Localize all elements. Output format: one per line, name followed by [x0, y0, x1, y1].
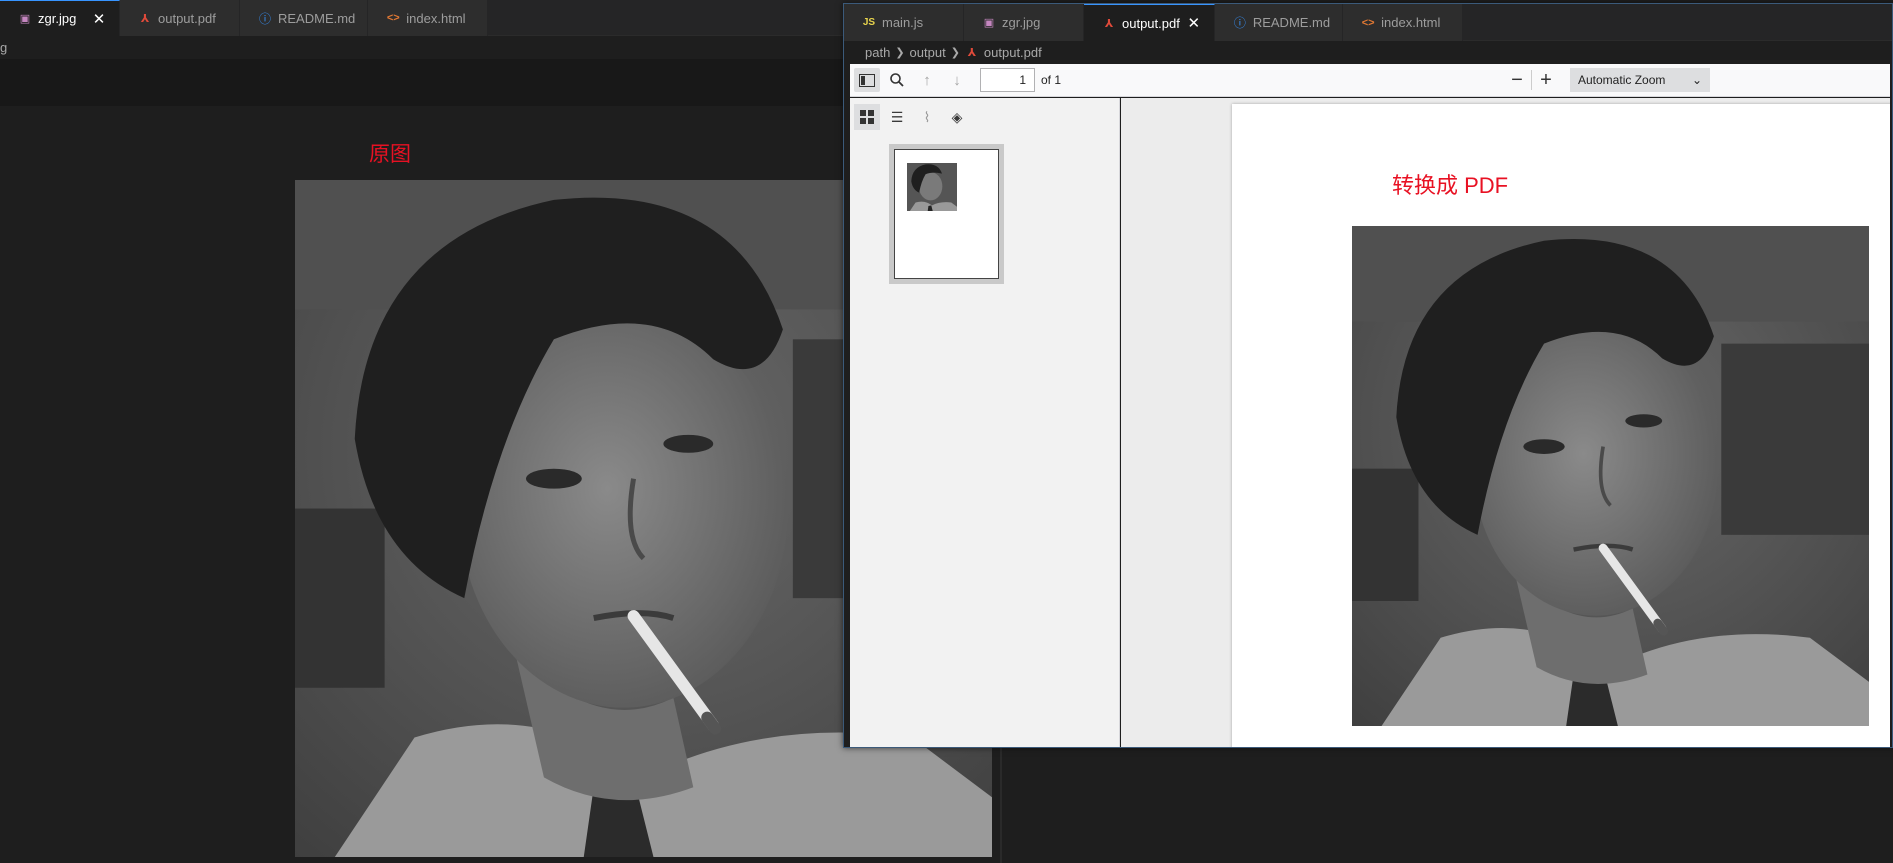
previous-page-button[interactable]: ↑: [914, 68, 940, 92]
zoom-out-button[interactable]: −: [1503, 69, 1531, 92]
tab-readme-md[interactable]: ⓘ README.md: [1214, 4, 1344, 41]
layers-icon: ◈: [951, 108, 963, 125]
tab-label: output.pdf: [158, 10, 216, 26]
tab-label: main.js: [882, 15, 924, 30]
tab-label: zgr.jpg: [1002, 15, 1041, 30]
tab-zgr-jpg[interactable]: ▣ zgr.jpg ✕: [0, 0, 120, 36]
info-icon: ⓘ: [1233, 16, 1246, 30]
pdf-portrait-image: [1352, 226, 1869, 726]
info-icon: ⓘ: [258, 11, 271, 26]
editor-background: [1000, 748, 1893, 863]
thumbnail-page: [894, 149, 999, 279]
pdf-caption: 转换成 PDF: [1392, 173, 1509, 198]
search-icon: [890, 73, 904, 87]
arrow-down-icon: ↓: [953, 71, 961, 89]
layers-button[interactable]: ◈: [944, 104, 970, 130]
pdf-editor-window: JS main.js ▣ zgr.jpg ⅄ output.pdf ✕ ⓘ RE…: [843, 3, 1893, 748]
toggle-sidebar-button[interactable]: [854, 68, 880, 92]
tab-output-pdf[interactable]: ⅄ output.pdf ✕: [1084, 4, 1215, 41]
js-icon: JS: [862, 17, 876, 28]
breadcrumb-item[interactable]: output: [910, 42, 946, 64]
zoom-controls: − + Automatic Zoom ⌄: [1503, 68, 1710, 92]
breadcrumb: path ❯ output ❯ ⅄ output.pdf: [844, 42, 1892, 64]
sidebar-view-buttons: ☰ ⌇ ◈: [850, 98, 1119, 136]
tab-label: output.pdf: [1122, 15, 1180, 31]
close-icon[interactable]: ✕: [91, 10, 107, 28]
tab-label: README.md: [278, 10, 356, 26]
image-icon: ▣: [983, 17, 995, 29]
grid-icon: [860, 110, 874, 124]
tab-label: index.html: [1381, 15, 1441, 30]
page-count: of 1: [1041, 73, 1062, 87]
tab-zgr-jpg[interactable]: ▣ zgr.jpg: [964, 4, 1084, 41]
pdf-icon: ⅄: [1104, 17, 1114, 30]
zoom-in-button[interactable]: +: [1532, 69, 1560, 92]
tab-index-html[interactable]: <> index.html: [1343, 4, 1464, 41]
tab-label: index.html: [406, 10, 466, 26]
pdf-toolbar: ↑ ↓ of 1 − + Automatic Zoom ⌄: [850, 64, 1890, 97]
editor-divider: [1000, 748, 1002, 863]
chevron-down-icon: ⌄: [1691, 73, 1702, 87]
tab-readme-md[interactable]: ⓘ README.md: [240, 0, 369, 36]
list-icon: ☰: [890, 108, 904, 125]
pdf-sidebar: ☰ ⌇ ◈: [850, 98, 1120, 747]
thumbnails-button[interactable]: [854, 104, 880, 130]
breadcrumb-item[interactable]: path: [865, 42, 890, 64]
find-button[interactable]: [884, 68, 910, 92]
zoom-value: Automatic Zoom: [1578, 73, 1666, 87]
page-number-input[interactable]: [980, 68, 1035, 92]
zoom-select[interactable]: Automatic Zoom ⌄: [1570, 68, 1710, 92]
image-icon: ▣: [19, 13, 31, 25]
html-icon: <>: [1361, 16, 1375, 29]
pdf-icon: ⅄: [967, 47, 977, 59]
sidebar-icon: [859, 73, 875, 87]
pdf-icon: ⅄: [140, 12, 150, 25]
breadcrumb[interactable]: g: [0, 37, 7, 59]
chevron-right-icon: ❯: [895, 47, 905, 59]
tab-label: zgr.jpg: [38, 11, 77, 26]
attachments-button[interactable]: ⌇: [914, 104, 940, 130]
tab-main-js[interactable]: JS main.js: [844, 4, 964, 41]
paperclip-icon: ⌇: [923, 108, 931, 125]
thumbnail-image: [907, 163, 957, 211]
next-page-button[interactable]: ↓: [944, 68, 970, 92]
image-caption: 原图: [369, 143, 411, 166]
pdf-portrait-drawing: [1352, 226, 1869, 726]
breadcrumb-item[interactable]: output.pdf: [984, 42, 1042, 64]
pdf-page: 转换成 PDF: [1232, 104, 1890, 747]
tab-label: README.md: [1252, 15, 1331, 30]
close-icon[interactable]: ✕: [1186, 14, 1202, 32]
chevron-right-icon: ❯: [950, 47, 960, 59]
thumbnail-drawing: [907, 163, 957, 211]
page-thumbnail[interactable]: [889, 144, 1004, 284]
html-icon: <>: [386, 12, 400, 24]
tab-index-html[interactable]: <> index.html: [368, 0, 489, 36]
outline-button[interactable]: ☰: [884, 104, 910, 130]
tab-output-pdf[interactable]: ⅄ output.pdf: [120, 0, 240, 36]
right-tab-bar: JS main.js ▣ zgr.jpg ⅄ output.pdf ✕ ⓘ RE…: [844, 4, 1892, 41]
pdf-viewer[interactable]: 转换成 PDF: [1121, 98, 1890, 747]
arrow-up-icon: ↑: [923, 71, 931, 89]
